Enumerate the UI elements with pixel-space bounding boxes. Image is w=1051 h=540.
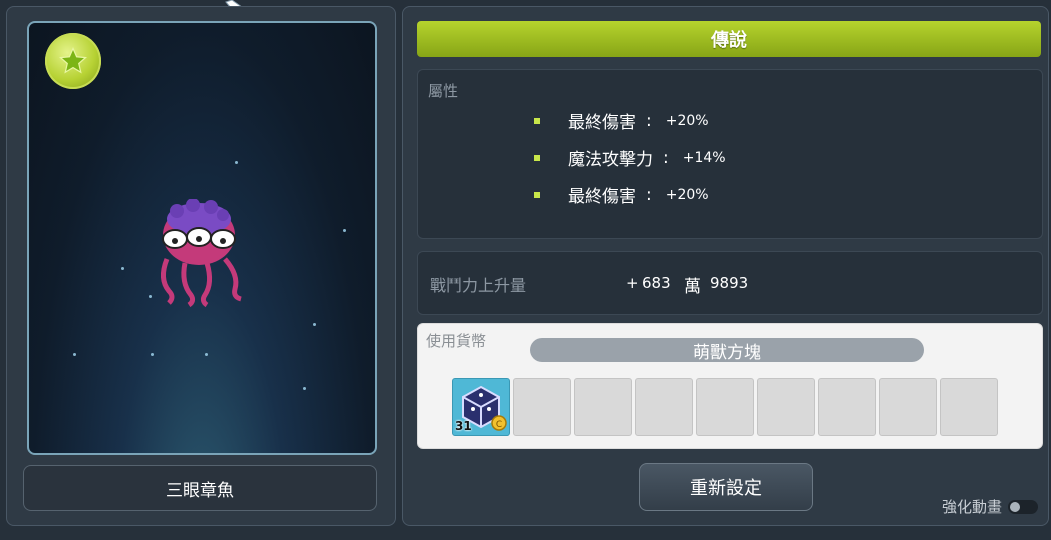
- currency-box: 使用貨幣 萌獸方塊 C 31: [417, 323, 1043, 449]
- animation-toggle-label: 強化動畫: [942, 498, 1003, 516]
- currency-slot[interactable]: [696, 378, 754, 436]
- bullet-icon: [534, 191, 540, 198]
- combat-power-unit: 萬: [684, 277, 701, 297]
- attribute-name: 魔法攻擊力: [568, 150, 653, 170]
- combat-power-value-2: 9893: [710, 274, 749, 292]
- animation-toggle[interactable]: 強化動畫: [942, 496, 1039, 517]
- potential-panel: 傳說 屬性 最終傷害 : +20% 魔法攻擊力 : +14% 最終傷害 : +2…: [402, 6, 1049, 526]
- currency-slot[interactable]: [513, 378, 571, 436]
- currency-label: 使用貨幣: [426, 332, 487, 350]
- attribute-line: 最終傷害 : +20%: [534, 108, 709, 133]
- toggle-knob: [1010, 501, 1021, 512]
- currency-slot[interactable]: [940, 378, 998, 436]
- currency-slot[interactable]: [757, 378, 815, 436]
- currency-slot[interactable]: C 31: [452, 378, 510, 436]
- slot-count: 31: [455, 419, 472, 433]
- attributes-box: 屬性 最終傷害 : +20% 魔法攻擊力 : +14% 最終傷害 : +20%: [417, 69, 1043, 239]
- bullet-icon: [534, 154, 540, 161]
- three-eyed-octopus-sprite: [161, 199, 242, 308]
- currency-slot[interactable]: [818, 378, 876, 436]
- attribute-separator: :: [646, 110, 652, 131]
- pet-portrait-frame: [27, 21, 377, 455]
- attribute-separator: :: [663, 147, 669, 168]
- currency-slot[interactable]: [574, 378, 632, 436]
- svg-text:C: C: [496, 420, 502, 430]
- combat-power-label: 戰鬥力上升量: [430, 276, 527, 295]
- star-badge-icon: [45, 33, 101, 89]
- attributes-label: 屬性: [428, 82, 459, 100]
- attribute-line: 最終傷害 : +20%: [534, 182, 709, 207]
- currency-slot[interactable]: [879, 378, 937, 436]
- currency-name-pill: 萌獸方塊: [530, 338, 924, 363]
- attribute-value: +14%: [682, 149, 726, 166]
- combat-power-value-1: 683: [642, 274, 671, 292]
- attribute-line: 魔法攻擊力 : +14%: [534, 145, 726, 170]
- toggle-switch[interactable]: [1008, 499, 1039, 514]
- combat-power-box: 戰鬥力上升量 + 683 萬 9893: [417, 251, 1043, 315]
- reset-button[interactable]: 重新設定: [639, 463, 813, 511]
- combat-power-plus: +: [626, 274, 639, 292]
- attribute-separator: :: [646, 184, 652, 205]
- attribute-value: +20%: [665, 186, 709, 203]
- currency-slot[interactable]: [635, 378, 693, 436]
- pet-display-panel: 三眼章魚: [6, 6, 396, 526]
- attribute-name: 最終傷害: [568, 187, 636, 207]
- pet-name-label: 三眼章魚: [23, 465, 377, 511]
- rank-bar: 傳說: [417, 21, 1041, 57]
- attribute-name: 最終傷害: [568, 113, 636, 133]
- bullet-icon: [534, 117, 540, 124]
- attribute-value: +20%: [665, 112, 709, 129]
